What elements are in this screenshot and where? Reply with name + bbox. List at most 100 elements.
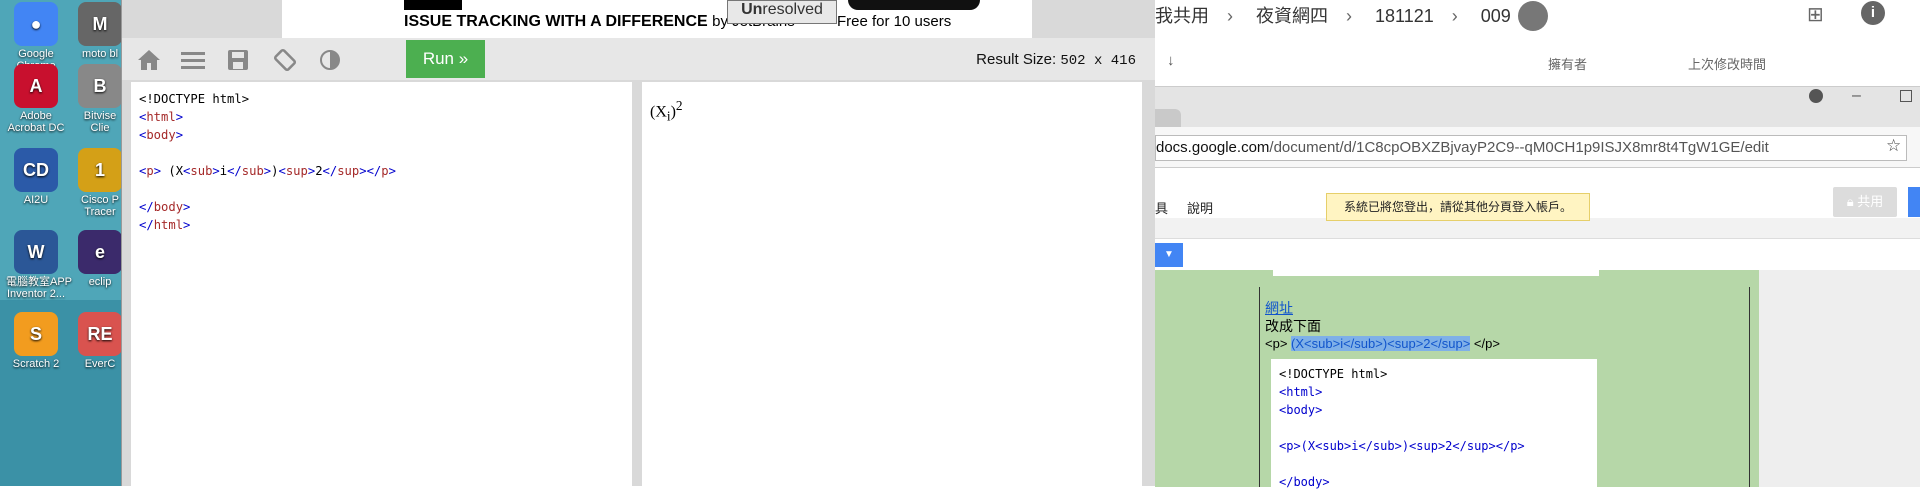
maximize-icon[interactable] <box>1900 90 1912 102</box>
code-token: > <box>175 128 184 142</box>
code-token: </ <box>322 164 338 178</box>
home-icon[interactable] <box>134 46 164 74</box>
desktop-icon[interactable]: Mmoto bl <box>70 2 125 60</box>
selected-text: (X<sub>i</sub>)<sup>2</sup> <box>1291 336 1471 351</box>
code-token: </ <box>139 200 154 214</box>
ad-banner[interactable]: ISSUE TRACKING WITH A DIFFERENCE by JetB… <box>282 0 1032 38</box>
doc-link[interactable]: 網址 <box>1265 299 1500 317</box>
desktop-icon-label: Cisco P Tracer <box>81 194 119 218</box>
desktop-icon[interactable]: ●Google Chrome <box>6 2 66 72</box>
code-token: sup <box>337 164 360 178</box>
code-token: <!DOCTYPE html> <box>139 92 250 106</box>
code-editor-text[interactable]: <!DOCTYPE html> <html> <body> <p> (X<sub… <box>131 82 632 242</box>
sort-arrow-icon[interactable]: ↓ <box>1167 52 1175 69</box>
desktop-icon[interactable]: B Bitvise Clie <box>70 64 125 134</box>
column-owner[interactable]: 擁有者 <box>1548 54 1587 73</box>
run-button-label: Run » <box>422 49 469 68</box>
grid-view-icon[interactable]: ⊞ <box>1807 2 1824 27</box>
app-icon: S <box>14 312 58 356</box>
code-token: sub <box>241 164 264 178</box>
format-toolbar: ▼ <box>1155 238 1920 272</box>
ad-cta-pill[interactable] <box>848 0 980 10</box>
rotate-layout-icon[interactable] <box>270 46 300 74</box>
chrome-window: – docs.google.com/document/d/1C8cpOBXZBj… <box>1155 86 1920 489</box>
code-token: < <box>278 164 286 178</box>
breadcrumb-item-1[interactable]: 夜資網四 <box>1256 6 1328 26</box>
breadcrumb-item-3[interactable]: 009 <box>1481 6 1511 26</box>
desktop-icon-label: Adobe Acrobat DC <box>7 110 65 134</box>
app-icon: e <box>78 230 122 274</box>
code-editor[interactable]: <!DOCTYPE html> <html> <body> <p> (X<sub… <box>131 82 632 486</box>
code-token: i <box>219 164 228 178</box>
result-output: (Xi)2 <box>650 98 683 125</box>
info-icon[interactable]: i <box>1861 1 1885 25</box>
app-icon: CD <box>14 148 58 192</box>
desktop-icon-label: EverC <box>84 358 116 370</box>
desktop-icon-label: Scratch 2 <box>12 358 60 370</box>
desktop-icon-label: moto bl <box>81 48 119 60</box>
desktop-icon[interactable]: S Scratch 2 <box>6 312 66 370</box>
menu-item-help[interactable]: 說明 <box>1187 198 1213 217</box>
code-token: > <box>183 200 191 214</box>
shared-people-icon[interactable] <box>1518 1 1548 31</box>
desktop-icon[interactable]: e eclip <box>70 230 125 288</box>
ad-badge-prefix: Un <box>741 1 763 18</box>
ad-free-text: Free for 10 users <box>837 13 952 30</box>
share-button[interactable]: 🔒︎ 共用 <box>1833 187 1897 217</box>
desktop-icon[interactable]: CD AI2U <box>6 148 66 206</box>
result-size-label: Result Size: <box>976 51 1057 68</box>
menu-icon[interactable] <box>178 46 208 74</box>
menu-item-tools[interactable]: 具 <box>1155 198 1168 217</box>
code-token: p <box>146 164 154 178</box>
embedded-code-line: </body> <box>1279 475 1330 489</box>
desktop-icon[interactable]: A Adobe Acrobat DC <box>6 64 66 134</box>
desktop-icon-label: eclip <box>88 276 112 288</box>
result-size-value: 502 x 416 <box>1060 53 1136 69</box>
code-token: sup <box>285 164 308 178</box>
chevron-down-icon[interactable]: ▼ <box>1155 243 1183 267</box>
tryit-window: ISSUE TRACKING WITH A DIFFERENCE by JetB… <box>121 0 1157 486</box>
run-button[interactable]: Run » <box>406 40 485 78</box>
code-token: p <box>381 164 389 178</box>
code-token: body <box>146 128 176 142</box>
desktop-icon[interactable]: 1 Cisco P Tracer <box>70 148 125 218</box>
url-path: /document/d/1C8cpOBXZBjvayP2C9--qM0CH1p9… <box>1269 139 1769 156</box>
code-token: > <box>212 164 220 178</box>
result-pane: (Xi)2 <box>642 82 1142 486</box>
breadcrumb-item-2[interactable]: 181121 <box>1375 6 1434 26</box>
tryit-toolbar: Run » Result Size: 502 x 416 <box>122 38 1156 80</box>
app-icon: RE <box>78 312 122 356</box>
code-token: > <box>175 110 184 124</box>
url-host: docs.google.com <box>1156 139 1270 156</box>
code-token: (X <box>161 164 184 178</box>
doc-change-text: 改成下面 <box>1265 318 1321 334</box>
address-bar: docs.google.com/document/d/1C8cpOBXZBjva… <box>1155 127 1920 168</box>
url-input[interactable]: docs.google.com/document/d/1C8cpOBXZBjva… <box>1155 135 1907 161</box>
desktop-icon[interactable]: W 電腦教室APP Inventor 2... <box>6 230 72 300</box>
doc-p-close: </p> <box>1470 336 1500 351</box>
doc-text-block[interactable]: 網址 改成下面 <p> (X<sub>i</sub>)<sup>2</sup> … <box>1265 299 1500 353</box>
embedded-code-line: <html> <box>1279 385 1323 399</box>
edge-blue-button[interactable] <box>1908 187 1920 217</box>
embedded-code-box-top <box>1273 270 1599 276</box>
jetbrains-logo <box>404 0 462 10</box>
theme-contrast-icon[interactable] <box>315 46 345 74</box>
column-modified[interactable]: 上次修改時間 <box>1688 54 1766 73</box>
tab-docs[interactable] <box>1155 109 1181 127</box>
table-divider <box>1749 287 1750 487</box>
lock-icon: 🔒︎ <box>1846 194 1858 209</box>
code-token: > <box>183 218 191 232</box>
minimize-icon[interactable]: – <box>1852 87 1861 105</box>
breadcrumb-separator-icon: › <box>1346 6 1353 26</box>
desktop: ●Google ChromeMmoto blAAdobe Acrobat DCB… <box>0 0 125 486</box>
profile-icon[interactable] <box>1809 89 1823 103</box>
code-token: html <box>146 110 176 124</box>
save-icon[interactable] <box>223 46 253 74</box>
embedded-code-image: <!DOCTYPE html> <html> <body> <p>(X<sub>… <box>1271 359 1597 489</box>
breadcrumb-item-0[interactable]: 我共用 <box>1155 6 1209 26</box>
result-base: (X <box>650 103 667 121</box>
app-icon: ● <box>14 2 58 46</box>
bookmark-star-icon[interactable]: ☆ <box>1886 136 1901 156</box>
app-icon: B <box>78 64 122 108</box>
desktop-icon[interactable]: RE EverC <box>70 312 125 370</box>
